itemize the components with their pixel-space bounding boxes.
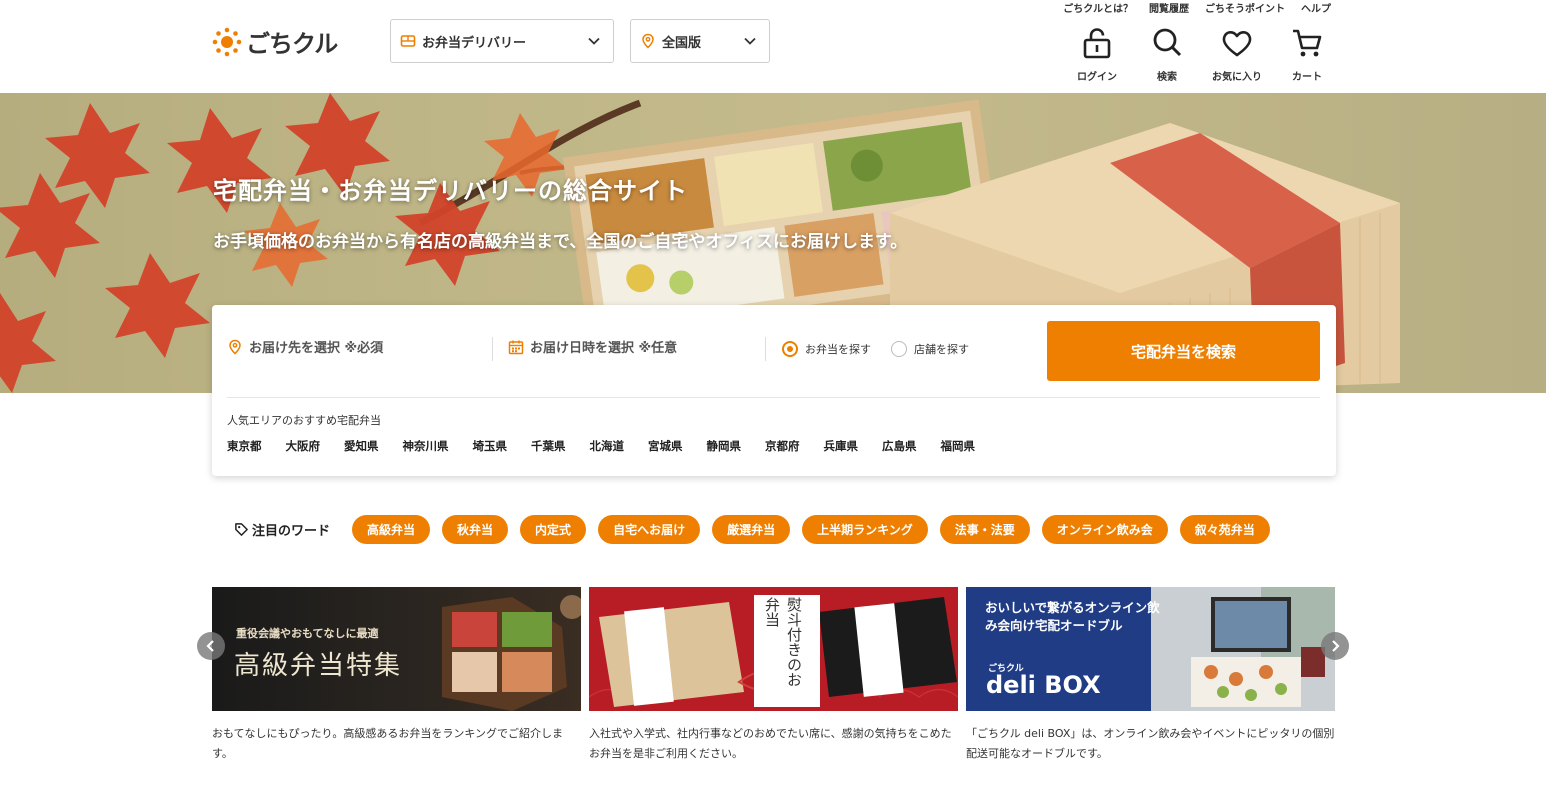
login-button[interactable]: ログイン bbox=[1062, 26, 1132, 83]
chevron-down-icon bbox=[744, 37, 756, 45]
top-link-history[interactable]: 閲覧履歴 bbox=[1149, 0, 1189, 15]
banner-title: 高級弁当特集 bbox=[234, 651, 403, 681]
top-link-about[interactable]: ごちクルとは？ bbox=[1063, 0, 1133, 15]
banner-deli-box[interactable]: おいしいで繋がるオンライン飲み会向け宅配オードブル ごちクル deli BOX bbox=[966, 587, 1335, 711]
area-link[interactable]: 静岡県 bbox=[707, 438, 742, 454]
popular-areas-list: 東京都 大阪府 愛知県 神奈川県 埼玉県 千葉県 北海道 宮城県 静岡県 京都府… bbox=[227, 438, 999, 454]
location-pin-icon bbox=[229, 339, 241, 355]
keyword-chip[interactable]: 自宅へお届け bbox=[598, 515, 701, 544]
top-link-points[interactable]: ごちそうポイント bbox=[1205, 0, 1285, 15]
cart-button[interactable]: カート bbox=[1272, 26, 1342, 83]
calendar-icon bbox=[508, 340, 524, 354]
area-link[interactable]: 京都府 bbox=[765, 438, 800, 454]
keyword-chip[interactable]: 法事・法要 bbox=[939, 515, 1030, 544]
destination-field[interactable]: お届け先を選択 ※必須 bbox=[227, 337, 383, 356]
radio-bento-label: お弁当を探す bbox=[805, 343, 871, 356]
field-divider bbox=[492, 337, 493, 361]
bento-icon bbox=[400, 35, 416, 47]
area-link[interactable]: 宮城県 bbox=[648, 438, 683, 454]
area-link[interactable]: 埼玉県 bbox=[473, 438, 508, 454]
header-actions: ログイン 検索 お気に入り カート bbox=[1062, 26, 1342, 83]
tag-icon bbox=[235, 523, 248, 536]
top-links: ごちクルとは？ 閲覧履歴 ごちそうポイント ヘルプ bbox=[1063, 0, 1331, 15]
service-select[interactable]: お弁当デリバリー bbox=[390, 19, 614, 63]
login-icon bbox=[1083, 28, 1111, 59]
popular-areas-label: 人気エリアのおすすめ宅配弁当 bbox=[227, 414, 381, 427]
heart-icon bbox=[1222, 31, 1252, 57]
keywords-title: 注目のワード bbox=[252, 524, 331, 539]
area-link[interactable]: 大阪府 bbox=[286, 438, 321, 454]
region-select[interactable]: 全国版 bbox=[630, 19, 770, 63]
online-party-image bbox=[1151, 587, 1335, 711]
keyword-chip[interactable]: 上半期ランキング bbox=[802, 515, 928, 544]
banner-caption: 「ごちクル deli BOX」は、オンライン飲み会やイベントにピッタリの個別配送… bbox=[966, 727, 1335, 760]
deli-box-logo: deli BOX bbox=[986, 671, 1101, 699]
banner-subtitle: 重役会議やおもてなしに最適 bbox=[236, 627, 379, 640]
divider bbox=[227, 397, 1320, 398]
field-divider bbox=[765, 337, 766, 361]
area-link[interactable]: 北海道 bbox=[590, 438, 625, 454]
destination-placeholder: お届け先を選択 ※必須 bbox=[249, 341, 384, 356]
service-select-value: お弁当デリバリー bbox=[422, 35, 527, 51]
hero-title: 宅配弁当・お弁当デリバリーの総合サイト bbox=[213, 177, 688, 205]
radio-unselected-icon bbox=[891, 341, 907, 357]
bento-photo-image bbox=[442, 595, 581, 711]
logo-text: ごちクル bbox=[246, 30, 338, 58]
area-link[interactable]: 東京都 bbox=[227, 438, 262, 454]
location-pin-icon bbox=[642, 33, 654, 49]
login-label: ログイン bbox=[1077, 72, 1117, 83]
banner-caption: おもてなしにもぴったり。高級感あるお弁当をランキングでご紹介します。 bbox=[212, 727, 564, 760]
banner-noshi-bento[interactable]: 熨斗付きのお弁当 bbox=[589, 587, 958, 711]
delivery-datetime-field[interactable]: お届け日時を選択 ※任意 bbox=[508, 337, 677, 356]
keyword-chip[interactable]: 厳選弁当 bbox=[712, 515, 791, 544]
radio-selected-icon bbox=[782, 341, 798, 357]
area-link[interactable]: 兵庫県 bbox=[824, 438, 859, 454]
noshi-title: 熨斗付きのお弁当 bbox=[763, 597, 803, 687]
site-header: ごちクル お弁当デリバリー 全国版 ごちクルとは？ 閲覧履歴 ごちそうポイント … bbox=[0, 0, 1546, 93]
carousel-prev-button[interactable] bbox=[197, 632, 225, 660]
chevron-right-icon bbox=[1332, 640, 1340, 652]
keyword-chip[interactable]: 秋弁当 bbox=[442, 515, 509, 544]
radio-search-bento[interactable]: お弁当を探す bbox=[782, 341, 871, 357]
area-link[interactable]: 千葉県 bbox=[531, 438, 566, 454]
search-bento-button[interactable]: 宅配弁当を検索 bbox=[1047, 321, 1320, 381]
area-link[interactable]: 愛知県 bbox=[344, 438, 379, 454]
trending-keywords: 注目のワード 高級弁当 秋弁当 内定式 自宅へお届け 厳選弁当 上半期ランキング… bbox=[234, 515, 1282, 544]
radio-search-shop[interactable]: 店舗を探す bbox=[891, 341, 969, 357]
keyword-chip[interactable]: 内定式 bbox=[520, 515, 587, 544]
banner-premium-bento[interactable]: 重役会議やおもてなしに最適 高級弁当特集 bbox=[212, 587, 581, 711]
region-select-value: 全国版 bbox=[662, 35, 702, 51]
keyword-chip[interactable]: オンライン飲み会 bbox=[1041, 515, 1168, 544]
datetime-placeholder: お届け日時を選択 ※任意 bbox=[530, 341, 678, 356]
keyword-chip[interactable]: 高級弁当 bbox=[352, 515, 431, 544]
favorites-button[interactable]: お気に入り bbox=[1202, 26, 1272, 83]
carousel-next-button[interactable] bbox=[1321, 632, 1349, 660]
area-link[interactable]: 神奈川県 bbox=[403, 438, 449, 454]
site-logo[interactable]: ごちクル bbox=[212, 24, 338, 59]
keyword-chip[interactable]: 叙々苑弁当 bbox=[1179, 515, 1270, 544]
trending-keywords-label: 注目のワード bbox=[234, 520, 330, 539]
noshi-label-box: 熨斗付きのお弁当 bbox=[754, 595, 820, 707]
banner-caption: 入社式や入学式、社内行事などのおめでたい席に、感謝の気持ちをこめたお弁当を是非ご… bbox=[589, 727, 952, 760]
area-link[interactable]: 広島県 bbox=[882, 438, 917, 454]
chevron-down-icon bbox=[588, 37, 600, 45]
search-panel: お届け先を選択 ※必須 お届け日時を選択 ※任意 お弁当を探す 店舗を探す 宅配… bbox=[212, 305, 1336, 476]
search-icon bbox=[1153, 28, 1182, 57]
search-label: 検索 bbox=[1157, 72, 1177, 83]
hero-subtitle: お手頃価格のお弁当から有名店の高級弁当まで、全国のご自宅やオフィスにお届けします… bbox=[213, 232, 908, 252]
cart-label: カート bbox=[1292, 72, 1322, 83]
radio-shop-label: 店舗を探す bbox=[914, 343, 969, 356]
search-button[interactable]: 検索 bbox=[1132, 26, 1202, 83]
cart-icon bbox=[1293, 29, 1322, 57]
top-link-help[interactable]: ヘルプ bbox=[1301, 0, 1331, 15]
banner-description: おいしいで繋がるオンライン飲み会向け宅配オードブル bbox=[985, 600, 1160, 633]
favorites-label: お気に入り bbox=[1212, 72, 1262, 83]
sun-logo-icon bbox=[212, 27, 242, 56]
area-link[interactable]: 福岡県 bbox=[941, 438, 976, 454]
chevron-left-icon bbox=[206, 640, 214, 652]
